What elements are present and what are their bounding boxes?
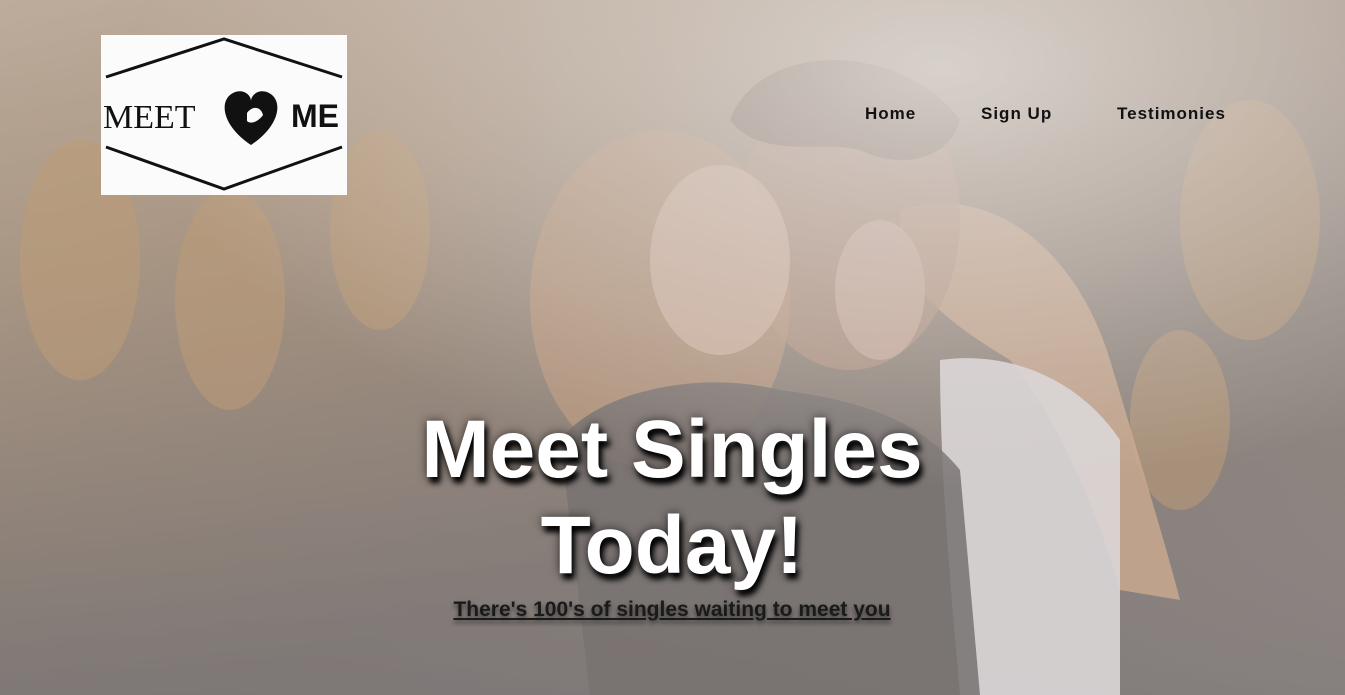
hero-section: MEET ME Home Sign Up Testimonies Meet Si… bbox=[0, 0, 1345, 695]
hero-headline-line1: Meet Singles bbox=[421, 404, 923, 495]
nav-testimonies[interactable]: Testimonies bbox=[1117, 104, 1226, 124]
hero-subtitle: There's 100's of singles waiting to meet… bbox=[453, 598, 891, 621]
hero-headline-line2: Today! bbox=[540, 500, 804, 591]
main-nav: Home Sign Up Testimonies bbox=[0, 104, 1345, 126]
nav-home[interactable]: Home bbox=[865, 104, 916, 124]
nav-sign-up[interactable]: Sign Up bbox=[981, 104, 1052, 124]
hero-headline: Meet Singles Today! bbox=[372, 402, 972, 594]
